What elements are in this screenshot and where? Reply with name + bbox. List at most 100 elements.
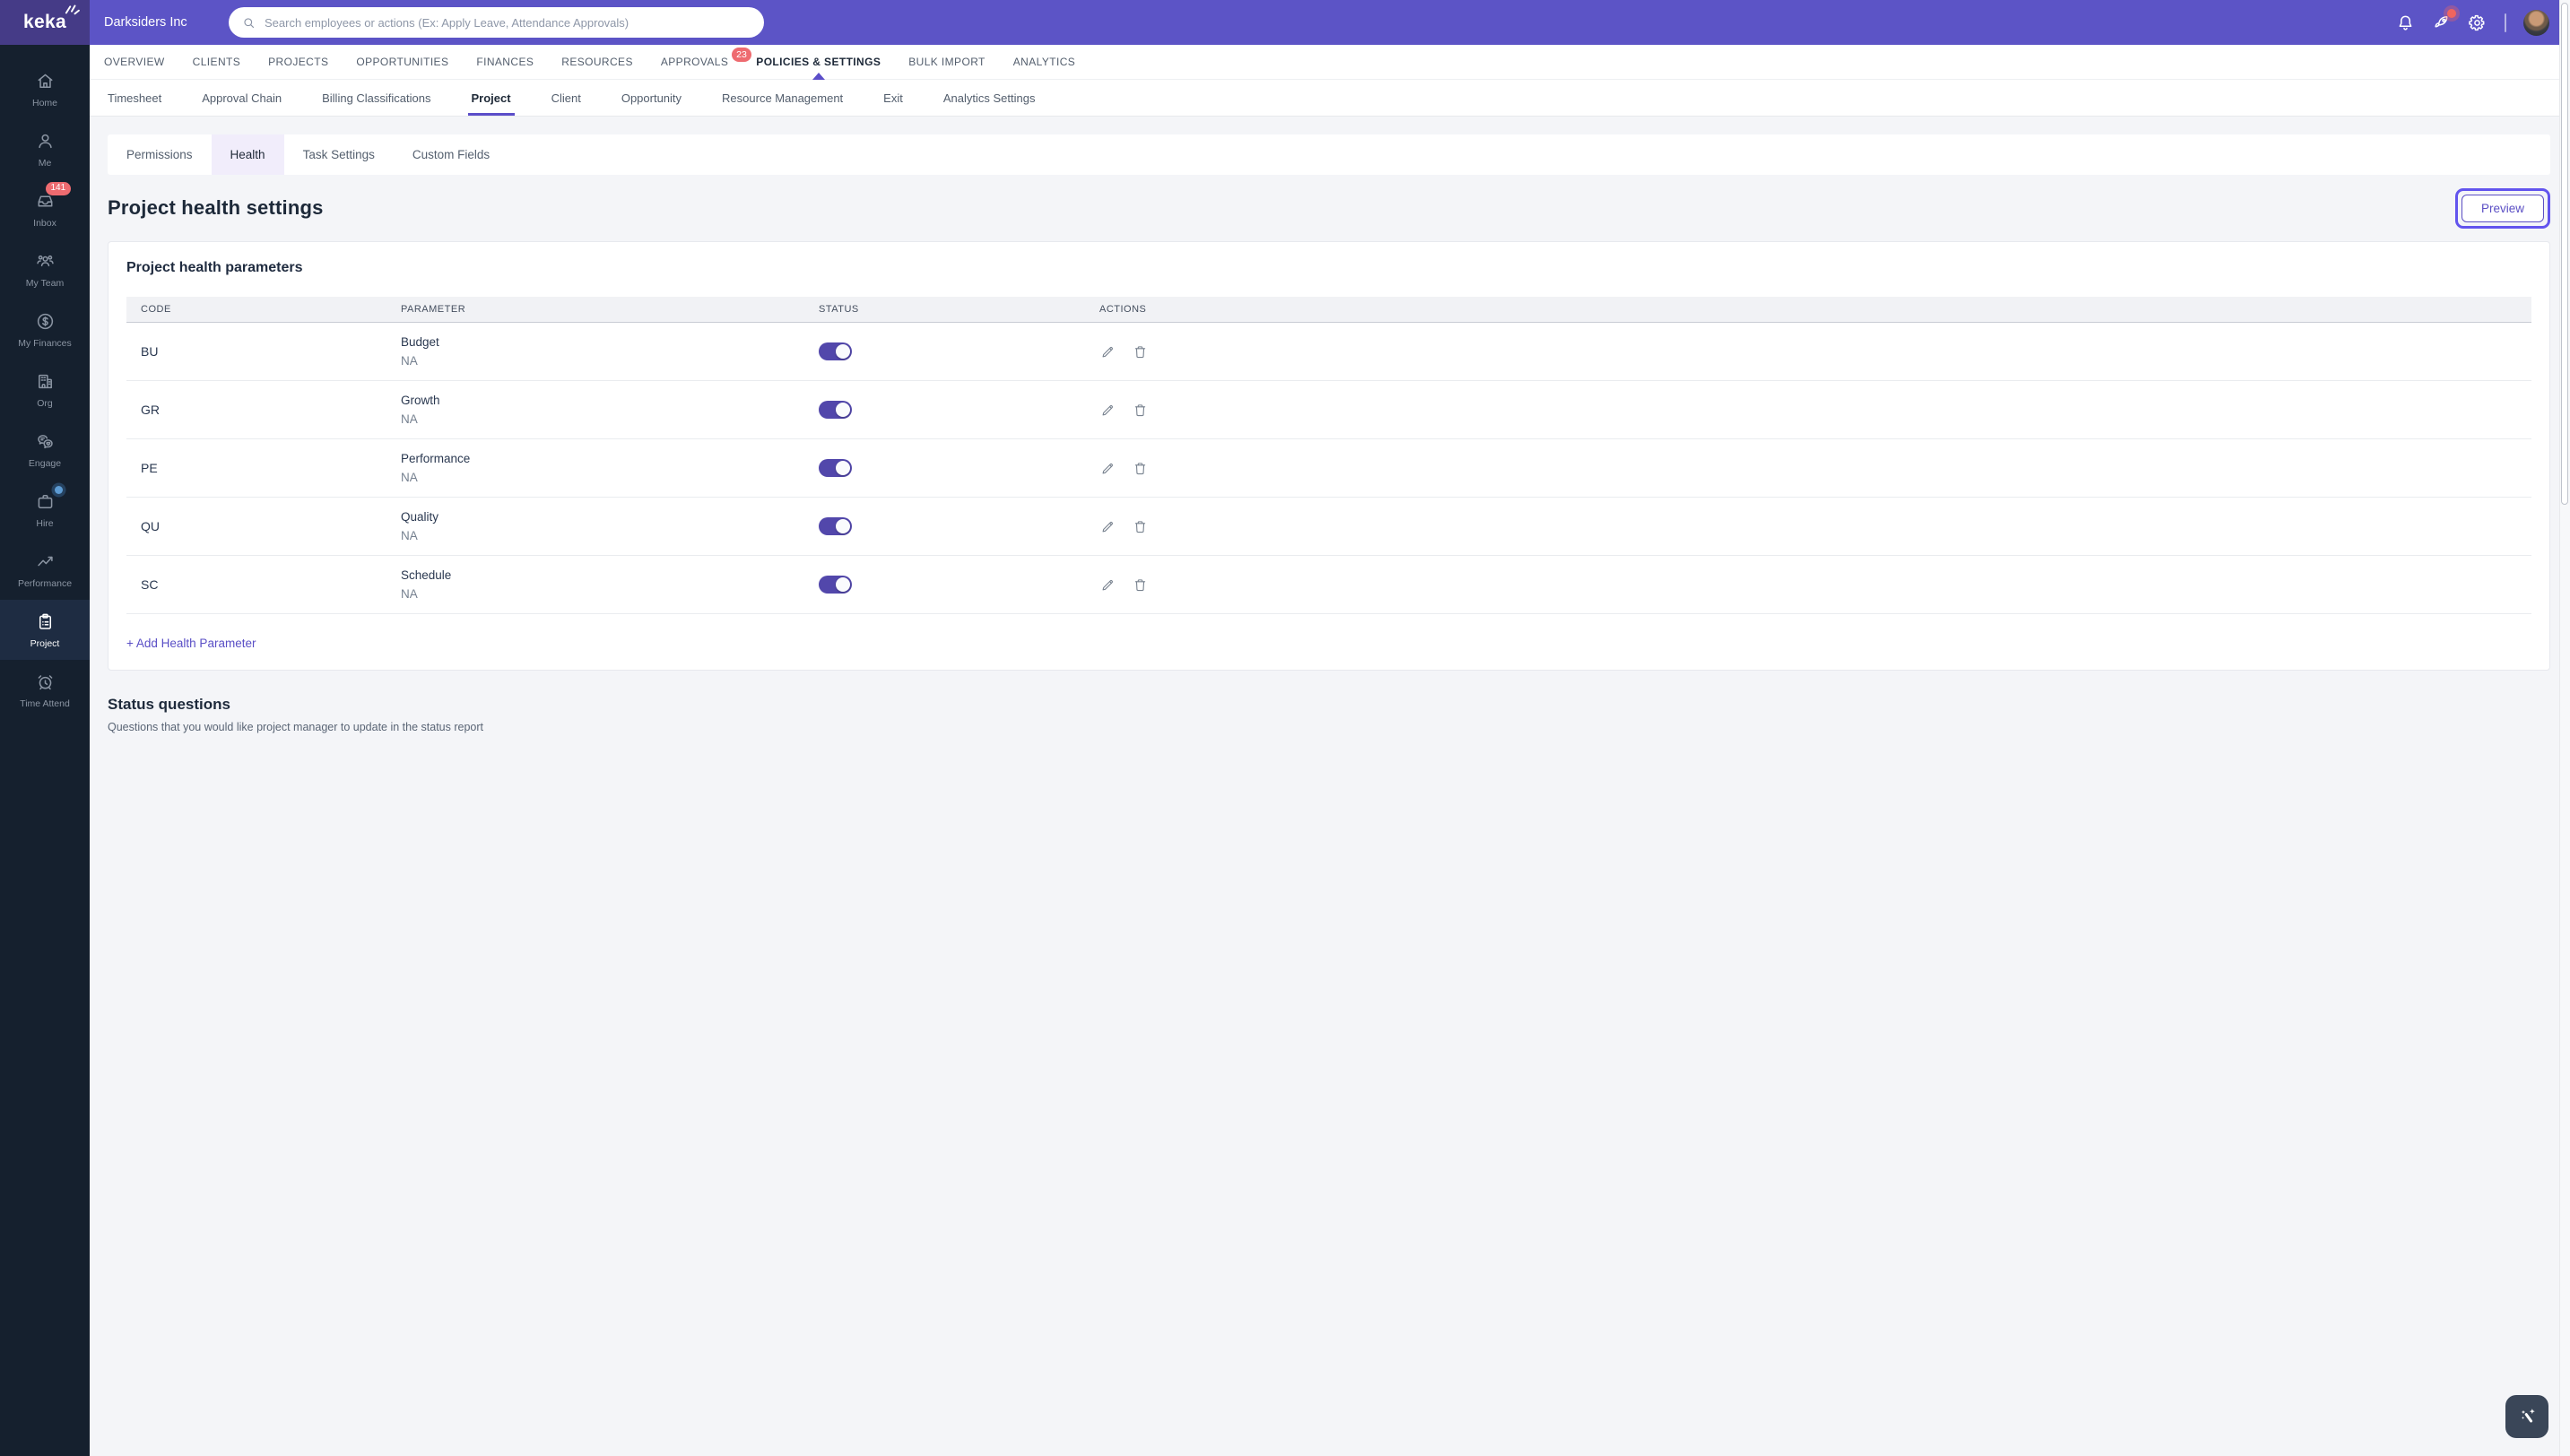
sidebar-item-hire[interactable]: Hire (0, 480, 90, 540)
delete-icon[interactable] (1132, 402, 1149, 419)
nav-item-opportunities[interactable]: OPPORTUNITIES (356, 45, 448, 79)
status-toggle[interactable] (819, 576, 852, 594)
nav-item-approvals[interactable]: APPROVALS 23 (661, 45, 752, 79)
subnav-item-analytics-settings[interactable]: Analytics Settings (943, 80, 1036, 116)
tab-health[interactable]: Health (211, 134, 284, 175)
main-nav: OVERVIEW CLIENTS PROJECTS OPPORTUNITIES … (90, 45, 2559, 80)
parameter-value: NA (401, 529, 418, 542)
top-header: Darksiders Inc (90, 0, 2559, 45)
delete-icon[interactable] (1132, 343, 1149, 360)
status-questions-title: Status questions (108, 696, 230, 713)
card-title: Project health parameters (126, 260, 303, 275)
parameter-value: NA (401, 471, 418, 484)
active-nav-caret-icon (812, 73, 825, 80)
nav-item-overview[interactable]: OVERVIEW (104, 45, 165, 79)
nav-item-policies-settings[interactable]: POLICIES & SETTINGS (756, 45, 881, 80)
nav-item-analytics[interactable]: ANALYTICS (1013, 45, 1075, 79)
parameter-value: NA (401, 412, 418, 426)
header-divider (2505, 13, 2506, 32)
toggle-knob (836, 403, 850, 417)
nav-item-clients[interactable]: CLIENTS (193, 45, 240, 79)
subnav-item-exit[interactable]: Exit (883, 80, 903, 116)
gear-icon[interactable] (2467, 13, 2488, 33)
hire-notification-dot (54, 485, 63, 494)
status-questions-subtitle: Questions that you would like project ma… (108, 721, 483, 733)
sidebar-item-project[interactable]: Project (0, 600, 90, 660)
page-title: Project health settings (108, 196, 324, 219)
keka-logo[interactable]: keka (0, 0, 90, 45)
approvals-count-badge: 23 (731, 48, 752, 62)
delete-icon[interactable] (1132, 460, 1149, 477)
global-search[interactable] (229, 7, 764, 38)
subnav-item-resource-management[interactable]: Resource Management (722, 80, 843, 116)
nav-item-finances[interactable]: FINANCES (476, 45, 534, 79)
sidebar-item-inbox[interactable]: 141 Inbox (0, 179, 90, 239)
inbox-count-badge: 141 (45, 181, 72, 195)
table-row-growth: GR Growth NA (126, 381, 2531, 439)
parameter-code: QU (141, 519, 160, 533)
preview-button-highlight: Preview (2454, 187, 2550, 229)
sidebar-item-time-attend[interactable]: Time Attend (0, 660, 90, 720)
subnav-item-project[interactable]: Project (467, 80, 515, 116)
preview-button[interactable]: Preview (2461, 194, 2544, 222)
parameter-code: GR (141, 403, 160, 417)
logo-text: keka (23, 12, 66, 32)
nav-item-resources[interactable]: RESOURCES (561, 45, 633, 79)
column-header-actions: ACTIONS (1099, 304, 1147, 315)
tab-permissions[interactable]: Permissions (108, 134, 212, 175)
sidebar-item-performance[interactable]: Performance (0, 540, 90, 600)
sidebar-item-org[interactable]: Org (0, 360, 90, 420)
sidebar-item-my-finances[interactable]: My Finances (0, 299, 90, 360)
table-row-schedule: SC Schedule NA (126, 556, 2531, 614)
delete-icon[interactable] (1132, 576, 1149, 594)
user-avatar[interactable] (2523, 9, 2549, 36)
sidebar-item-home[interactable]: Home (0, 59, 90, 119)
nav-item-bulk-import[interactable]: BULK IMPORT (908, 45, 985, 79)
subnav-item-billing-classifications[interactable]: Billing Classifications (322, 80, 430, 116)
edit-icon[interactable] (1099, 343, 1116, 360)
subnav-item-approval-chain[interactable]: Approval Chain (202, 80, 282, 116)
edit-icon[interactable] (1099, 460, 1116, 477)
sidebar-item-me[interactable]: Me (0, 119, 90, 179)
health-tabs: Permissions Health Task Settings Custom … (108, 134, 2550, 175)
nav-item-projects[interactable]: PROJECTS (268, 45, 328, 79)
delete-icon[interactable] (1132, 518, 1149, 535)
table-row-performance: PE Performance NA (126, 439, 2531, 498)
status-toggle[interactable] (819, 342, 852, 360)
table-row-budget: BU Budget NA (126, 323, 2531, 381)
parameter-code: PE (141, 461, 158, 475)
status-toggle[interactable] (819, 401, 852, 419)
search-icon (244, 17, 255, 28)
health-parameters-card: Project health parameters CODE PARAMETER… (108, 241, 2550, 671)
edit-icon[interactable] (1099, 576, 1116, 594)
settings-subnav: Timesheet Approval Chain Billing Classif… (90, 80, 2559, 117)
sidebar: Home Me 141 Inbox My Team My Finances Or… (0, 45, 90, 1456)
rocket-notification-dot (2447, 8, 2456, 18)
toggle-knob (836, 519, 850, 533)
logo-spark-icon (65, 4, 80, 15)
bell-icon[interactable] (2395, 13, 2416, 33)
edit-icon[interactable] (1099, 518, 1116, 535)
subnav-item-client[interactable]: Client (551, 80, 581, 116)
rocket-icon[interactable] (2431, 8, 2456, 33)
tab-task-settings[interactable]: Task Settings (284, 134, 394, 175)
status-questions-section: Status questions Questions that you woul… (108, 696, 2550, 733)
status-toggle[interactable] (819, 459, 852, 477)
parameter-code: SC (141, 577, 159, 592)
edit-icon[interactable] (1099, 402, 1116, 419)
sidebar-item-my-team[interactable]: My Team (0, 239, 90, 299)
toggle-knob (836, 577, 850, 592)
subnav-item-timesheet[interactable]: Timesheet (108, 80, 161, 116)
table-header: CODE PARAMETER STATUS ACTIONS (126, 297, 2531, 323)
search-input[interactable] (265, 15, 751, 30)
sidebar-item-engage[interactable]: Engage (0, 420, 90, 480)
magic-wand-icon (2521, 1408, 2535, 1423)
scrollbar-thumb[interactable] (2561, 3, 2568, 505)
add-health-parameter-link[interactable]: + Add Health Parameter (126, 637, 256, 650)
status-toggle[interactable] (819, 517, 852, 535)
magic-wand-fab[interactable] (2505, 1395, 2548, 1438)
company-name: Darksiders Inc (104, 15, 187, 30)
table-row-quality: QU Quality NA (126, 498, 2531, 556)
tab-custom-fields[interactable]: Custom Fields (394, 134, 508, 175)
subnav-item-opportunity[interactable]: Opportunity (621, 80, 682, 116)
